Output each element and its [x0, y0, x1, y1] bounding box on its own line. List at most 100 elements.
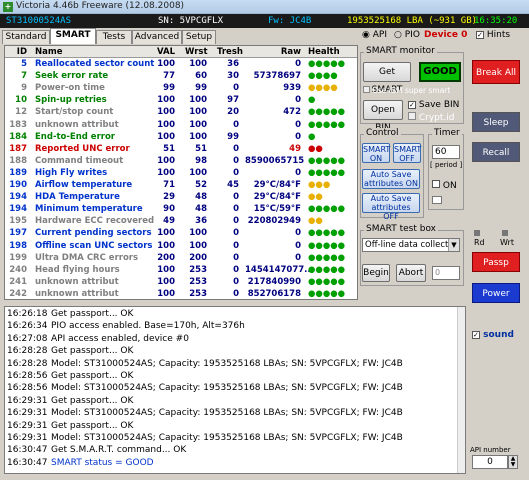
cell-name: unknown attribut [35, 276, 119, 287]
cell-health: ●●●●● [308, 252, 346, 263]
tab-smart[interactable]: SMART [50, 28, 96, 44]
cell-id: 183 [9, 119, 27, 130]
cell-val: 100 [157, 228, 175, 239]
table-row[interactable]: 194 HDA Temperature 29 48 0 29°C/84°F ●● [5, 192, 357, 203]
cell-name: Airflow temperature [35, 180, 133, 190]
smart-status-badge: GOOD [419, 62, 461, 82]
tab-tests[interactable]: Tests [96, 30, 132, 44]
smart-test-box-label: SMART test box [364, 224, 439, 234]
cell-tresh: 0 [233, 276, 239, 287]
log-time: 16:29:31 [7, 408, 48, 419]
table-row[interactable]: 240 Head flying hours 100 253 0 1454147077...… [5, 264, 357, 276]
table-row[interactable]: 183 unknown attribut 100 100 0 0 ●●●●● [5, 119, 357, 131]
abort-button[interactable]: Abort [396, 264, 426, 282]
cell-health: ●●●●● [308, 276, 346, 287]
table-row[interactable]: 10 Spin-up retries 100 100 97 0 ● [5, 95, 357, 106]
table-row[interactable]: 189 High Fly writes 100 100 0 0 ●●●●● [5, 167, 357, 179]
table-row[interactable]: 195 Hardware ECC recovered 49 36 0 220802949 ●… [5, 216, 357, 227]
timer-on-checkbox[interactable]: ON [432, 180, 457, 191]
cell-raw: 29°C/84°F [253, 192, 301, 203]
chevron-down-icon[interactable]: ▼ [448, 239, 459, 251]
cell-wrst: 100 [189, 167, 207, 178]
cell-wrst: 100 [189, 119, 207, 130]
cell-raw: 0 [295, 59, 301, 69]
cell-raw: 0 [295, 240, 301, 251]
table-row[interactable]: 12 Start/stop count 100 100 20 472 ●●●●● [5, 107, 357, 118]
log-message: Get S.M.A.R.T. command... OK [51, 445, 187, 456]
sleep-button[interactable]: Sleep [472, 112, 520, 132]
sound-checkbox[interactable]: ✓ sound [472, 330, 514, 340]
save-bin-checkbox[interactable]: ✓ Save BIN [408, 100, 459, 110]
test-type-select[interactable]: Off-line data collect ▼ [362, 238, 460, 252]
cell-id: 189 [9, 167, 27, 178]
break-all-button[interactable]: Break All [472, 60, 520, 84]
log-message: Get passport... OK [51, 420, 134, 431]
api-number-input[interactable]: 0 [472, 455, 508, 469]
cell-health: ●●●●● [308, 167, 346, 178]
cell-name: Minimum temperature [35, 204, 143, 215]
table-row[interactable]: 187 Reported UNC error 51 51 0 49 ●● [5, 144, 357, 155]
auto-save-off-button[interactable]: Auto Save attributes OFF [362, 193, 420, 221]
log-message: SMART status = GOOD [51, 457, 154, 468]
smart-off-button[interactable]: SMART OFF [393, 143, 421, 163]
tab-standard[interactable]: Standard [2, 30, 50, 44]
smart-monitor-label: SMART monitor [364, 46, 437, 56]
app-icon: + [3, 2, 13, 12]
log-time: 16:29:31 [7, 433, 48, 443]
begin-button[interactable]: Begin [362, 264, 390, 282]
drive-firmware: Fw: JC4B [268, 16, 312, 26]
passp-button[interactable]: Passp [472, 252, 520, 272]
table-row[interactable]: 242 unknown attribut 100 253 0 852706178 ●●●●● [5, 288, 357, 299]
cell-id: 9 [21, 83, 27, 94]
use-ibm-checkbox[interactable]: Use IBM super smart [363, 86, 463, 96]
cell-raw: 0 [295, 131, 301, 142]
power-button[interactable]: Power [472, 283, 520, 303]
spin-arrows-icon[interactable]: ▲ ▼ [508, 455, 518, 469]
recall-button[interactable]: Recall [472, 142, 520, 162]
cell-raw: 0 [295, 252, 301, 263]
table-row[interactable]: 184 End-to-End error 100 100 99 0 ● [5, 131, 357, 143]
tab-setup[interactable]: Setup [182, 30, 216, 44]
rd-led-icon [474, 230, 480, 236]
timer-input[interactable]: 60 [432, 145, 460, 159]
crypt-id-checkbox[interactable]: Crypt.id [408, 112, 455, 123]
cell-tresh: 99 [227, 131, 239, 142]
cell-wrst: 100 [189, 240, 207, 251]
pio-radio[interactable]: ○ PIO [394, 30, 420, 40]
cell-wrst: 200 [189, 252, 207, 263]
log-message: Get passport... OK [51, 346, 134, 357]
cell-val: 77 [163, 71, 175, 82]
table-row[interactable]: 194 Minimum temperature 90 48 0 15°C/59°F ●●●●… [5, 204, 357, 215]
open-bin-button[interactable]: Open BIN [363, 100, 403, 133]
auto-save-on-button[interactable]: Auto Save attributes ON [362, 169, 420, 189]
cell-wrst: 253 [189, 264, 207, 275]
header-id: ID [16, 47, 27, 57]
cell-wrst: 48 [195, 204, 207, 215]
hints-checkbox[interactable]: ✓ Hints [476, 30, 510, 40]
table-row[interactable]: 188 Command timeout 100 98 0 8590065715 ●●●●● [5, 155, 357, 167]
table-row[interactable]: 190 Airflow temperature 71 52 45 29°C/84°F ●●● [5, 180, 357, 191]
cell-tresh: 0 [233, 155, 239, 166]
table-row[interactable]: 7 Seek error rate 77 60 30 57378697 ●●●● [5, 71, 357, 82]
radio-unchecked-icon: ○ [394, 30, 402, 40]
api-radio[interactable]: ◉ API [362, 30, 387, 40]
log-time: 16:26:18 [7, 309, 48, 319]
table-row[interactable]: 198 Offline scan UNC sectors 100 100 0 0 ●●●●● [5, 240, 357, 252]
cell-health: ●●●●● [308, 155, 346, 166]
log-message: Model: ST31000524AS; Capacity: 195352516… [51, 383, 403, 394]
log-scrollbar[interactable] [457, 307, 465, 473]
tab-advanced[interactable]: Advanced [132, 30, 182, 44]
cell-health: ●●●●● [308, 240, 346, 251]
cell-id: 242 [9, 288, 27, 299]
test-value-input[interactable]: 0 [432, 266, 460, 280]
smart-on-button[interactable]: SMART ON [362, 143, 390, 163]
table-row[interactable]: 199 Ultra DMA CRC errors 200 200 0 0 ●●●●● [5, 252, 357, 264]
cell-tresh: 0 [233, 192, 239, 203]
table-row[interactable]: 5 Reallocated sector count 100 100 36 0 ●●●●● [5, 59, 357, 70]
cell-name: Start/stop count [35, 107, 114, 118]
table-row[interactable]: 197 Current pending sectors 100 100 0 0 ●●●●● [5, 228, 357, 239]
log-message: Model: ST31000524AS; Capacity: 195352516… [51, 358, 403, 369]
table-row[interactable]: 241 unknown attribut 100 253 0 217840990 ●●●●● [5, 276, 357, 288]
table-row[interactable]: 9 Power-on time 99 99 0 939 ●●●● [5, 83, 357, 94]
get-smart-button[interactable]: Get SMART [363, 62, 411, 95]
